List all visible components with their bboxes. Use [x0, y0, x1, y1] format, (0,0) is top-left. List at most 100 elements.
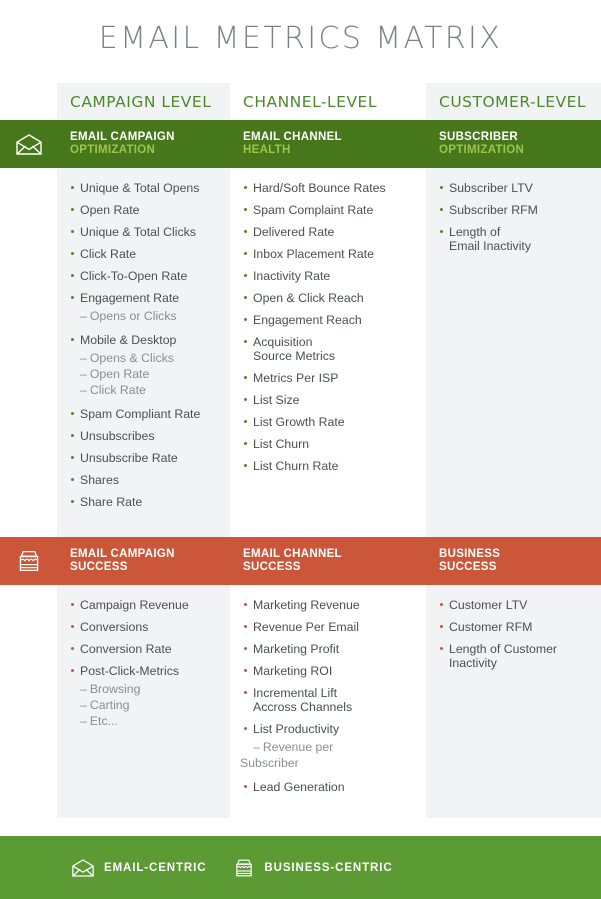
- column-header-label: CAMPAIGN LEVEL: [70, 92, 212, 111]
- dash-bullet: –: [80, 383, 87, 397]
- dash-bullet: –: [80, 682, 87, 696]
- column-header-channel: CHANNEL-LEVEL: [230, 93, 426, 111]
- banner-title: EMAIL CHANNEL: [243, 548, 342, 560]
- metric-item: Unique & Total Opens: [70, 181, 224, 195]
- banner-subtitle: HEALTH: [243, 144, 291, 156]
- metric-item: List Churn Rate: [243, 459, 420, 473]
- metric-subitem: – Opens or Clicks: [80, 309, 177, 323]
- metric-item: List Productivity: [243, 722, 420, 736]
- banner-cell-channel-health: EMAIL CHANNEL HEALTH: [230, 131, 426, 157]
- metric-subitem: – Carting: [80, 698, 130, 712]
- metric-item: Open Rate: [70, 203, 224, 217]
- column-header-label: CUSTOMER-LEVEL: [439, 92, 587, 111]
- metric-item: Inactivity Rate: [243, 269, 420, 283]
- metric-item: Subscriber RFM: [439, 203, 595, 217]
- metric-item: Spam Compliant Rate: [70, 407, 224, 421]
- metric-item-continuation: Source Metrics: [253, 349, 336, 363]
- metric-item: Conversions: [70, 620, 224, 634]
- metric-item-continuation: Email Inactivity: [449, 239, 532, 253]
- metric-item: Marketing Profit: [243, 642, 420, 656]
- metric-item: Length of Email Inactivity: [439, 225, 595, 253]
- metric-list-channel-success: Marketing Revenue Revenue Per Email Market…: [230, 585, 426, 802]
- metric-subitem-group: – Browsing – Carting – Etc...: [70, 682, 224, 729]
- metric-item: Shares: [70, 473, 224, 487]
- dash-bullet: –: [80, 698, 87, 712]
- banner-subtitle: OPTIMIZATION: [70, 144, 156, 156]
- banner-subtitle: SUCCESS: [439, 561, 497, 573]
- metric-item: Unsubscribes: [70, 429, 224, 443]
- metric-item: Customer LTV: [439, 598, 595, 612]
- metric-item: Subscriber LTV: [439, 181, 595, 195]
- metric-item: Engagement Reach: [243, 313, 420, 327]
- dash-bullet: –: [80, 714, 87, 728]
- banner-title: EMAIL CHANNEL: [243, 131, 342, 143]
- metric-item: Metrics Per ISP: [243, 371, 420, 385]
- metric-subitem-group: – Opens or Clicks: [70, 309, 224, 324]
- metric-item: Campaign Revenue: [70, 598, 224, 612]
- metric-item: Conversion Rate: [70, 642, 224, 656]
- metric-list-campaign-success: Campaign Revenue Conversions Conversion Ra…: [57, 585, 230, 738]
- section-lists-success: Campaign Revenue Conversions Conversion Ra…: [0, 585, 601, 802]
- metric-item: Mobile & Desktop: [70, 333, 224, 347]
- banner-subtitle: SUCCESS: [243, 561, 301, 573]
- metric-item: Spam Complaint Rate: [243, 203, 420, 217]
- metric-item-continuation: Accross Channels: [253, 700, 353, 714]
- banner-cell-campaign-success: EMAIL CAMPAIGN SUCCESS: [57, 548, 230, 574]
- metric-subitem: – Click Rate: [80, 383, 146, 397]
- dash-bullet: –: [80, 351, 87, 365]
- dash-bullet: –: [80, 309, 87, 323]
- legend-email-centric: EMAIL-CENTRIC: [72, 858, 207, 877]
- shop-icon: [234, 858, 254, 878]
- envelope-icon: [0, 133, 57, 155]
- column-header-campaign: CAMPAIGN LEVEL: [57, 93, 230, 111]
- section-banner-optimization: EMAIL CAMPAIGN OPTIMIZATION EMAIL CHANNE…: [0, 120, 601, 168]
- metric-subitem: – Open Rate: [80, 367, 150, 381]
- metric-list-campaign-optimization: Unique & Total Opens Open Rate Unique & To…: [57, 168, 230, 517]
- column-header-customer: CUSTOMER-LEVEL: [426, 93, 601, 111]
- metric-item: Acquisition Source Metrics: [243, 335, 420, 363]
- metric-list-business-success: Customer LTV Customer RFM Length of Custom…: [426, 585, 601, 678]
- metric-item-continuation: Inactivity: [449, 656, 497, 670]
- metric-subitem: – Etc...: [80, 714, 118, 728]
- metric-item: Open & Click Reach: [243, 291, 420, 305]
- metric-item: Incremental Lift Accross Channels: [243, 686, 420, 714]
- metric-list-channel-health: Hard/Soft Bounce Rates Spam Complaint Rat…: [230, 168, 426, 481]
- metric-item: Unsubscribe Rate: [70, 451, 224, 465]
- banner-subtitle: SUCCESS: [70, 561, 128, 573]
- metric-subitem-group: – Opens & Clicks – Open Rate – Click Rate: [70, 351, 224, 398]
- metric-item: Share Rate: [70, 495, 224, 509]
- dash-bullet: –: [253, 740, 260, 754]
- metric-item: Lead Generation: [243, 780, 420, 794]
- metric-item: Unique & Total Clicks: [70, 225, 224, 239]
- section-banner-success: EMAIL CAMPAIGN SUCCESS EMAIL CHANNEL SUC…: [0, 537, 601, 585]
- shop-icon: [0, 549, 57, 573]
- banner-title: EMAIL CAMPAIGN: [70, 548, 175, 560]
- metric-item: Customer RFM: [439, 620, 595, 634]
- banner-cell-channel-success: EMAIL CHANNEL SUCCESS: [230, 548, 426, 574]
- metric-item: Post-Click-Metrics: [70, 664, 224, 678]
- legend-label: EMAIL-CENTRIC: [104, 861, 207, 874]
- metric-item: Marketing Revenue: [243, 598, 420, 612]
- banner-cell-business-success: BUSINESS SUCCESS: [426, 548, 601, 574]
- banner-title: EMAIL CAMPAIGN: [70, 131, 175, 143]
- page-title: EMAIL METRICS MATRIX: [98, 21, 503, 56]
- banner-cell-campaign-optimization: EMAIL CAMPAIGN OPTIMIZATION: [57, 131, 230, 157]
- metrics-matrix: CAMPAIGN LEVEL CHANNEL-LEVEL CUSTOMER-LE…: [0, 83, 601, 818]
- footer-legend-bar: EMAIL-CENTRIC BUSINESS-CENTRIC: [0, 836, 601, 899]
- metric-list-subscriber-optimization: Subscriber LTV Subscriber RFM Length of Ema…: [426, 168, 601, 261]
- metric-item: Engagement Rate: [70, 291, 224, 305]
- banner-title: BUSINESS: [439, 548, 501, 560]
- metric-subitem: – Revenue per: [253, 740, 334, 754]
- metric-item: Marketing ROI: [243, 664, 420, 678]
- metric-item: Length of Customer Inactivity: [439, 642, 595, 670]
- metric-subitem-group: – Revenue per Subscriber: [240, 740, 420, 771]
- metric-item: Inbox Placement Rate: [243, 247, 420, 261]
- metric-item: Delivered Rate: [243, 225, 420, 239]
- envelope-icon: [72, 858, 94, 877]
- banner-subtitle: OPTIMIZATION: [439, 144, 525, 156]
- column-header-label: CHANNEL-LEVEL: [243, 92, 377, 111]
- column-header-row: CAMPAIGN LEVEL CHANNEL-LEVEL CUSTOMER-LE…: [0, 83, 601, 120]
- metric-item: List Growth Rate: [243, 415, 420, 429]
- metric-subitem-overflow: Subscriber: [240, 756, 299, 770]
- legend-label: BUSINESS-CENTRIC: [264, 861, 393, 874]
